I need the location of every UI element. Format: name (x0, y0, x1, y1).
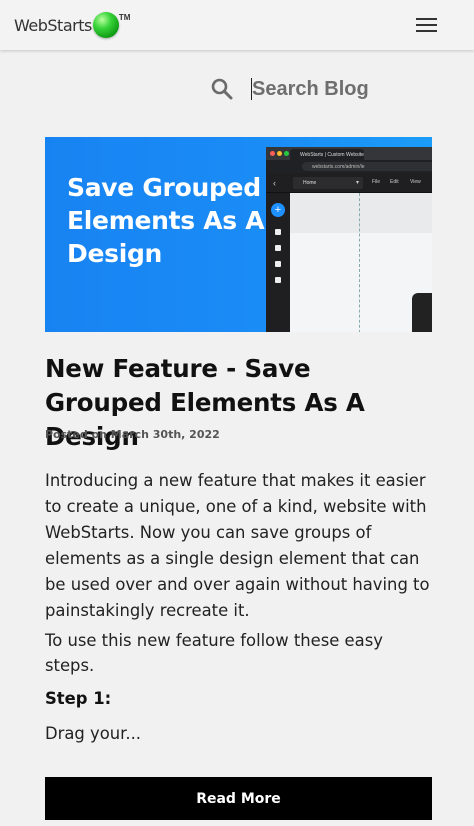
post-featured-image[interactable]: Save Grouped Elements As A Design WebSta… (45, 137, 432, 332)
editor-canvas (290, 193, 432, 332)
editor-screenshot-illustration: WebStarts | Custom Website B webstarts.c… (266, 147, 432, 332)
window-maximize-dot (284, 151, 289, 156)
logo-green-ball-icon (92, 12, 119, 38)
canvas-guide-line (359, 193, 360, 332)
canvas-header-area (290, 193, 432, 233)
browser-tab-strip: WebStarts | Custom Website B (266, 147, 432, 160)
browser-address-row: webstarts.com/admin/le (266, 160, 432, 173)
post-excerpt: Introducing a new feature that makes it … (45, 471, 430, 620)
post-paragraph: To use this new feature follow these eas… (45, 631, 383, 675)
editor-toolbar: ‹ Home File Edit View (266, 173, 432, 193)
blog-search (210, 74, 430, 104)
page-select: Home (293, 177, 363, 189)
top-navigation-bar: WebStarts TM (0, 0, 474, 50)
logo-text: WebStarts (14, 15, 92, 35)
menu-edit: Edit (390, 179, 399, 185)
step-text: Drag your... (45, 724, 141, 743)
back-arrow-icon: ‹ (273, 178, 276, 188)
text-cursor (251, 78, 252, 100)
menu-view: View (410, 179, 421, 185)
menu-file: File (372, 179, 381, 185)
menu-bar-top (416, 18, 437, 20)
menu-bar-middle (416, 24, 437, 26)
step-heading: Step 1: (45, 689, 112, 708)
window-close-dot (270, 151, 275, 156)
image-icon (275, 261, 281, 267)
pen-icon (275, 245, 281, 251)
search-input[interactable] (250, 76, 430, 102)
featured-image-caption: Save Grouped Elements As A Design (67, 173, 265, 268)
add-element-icon: + (271, 203, 285, 217)
logo-trademark: TM (118, 13, 131, 22)
read-more-button[interactable]: Read More (45, 777, 432, 820)
browser-url: webstarts.com/admin/le (302, 162, 432, 171)
browser-tab: WebStarts | Custom Website B (290, 149, 364, 160)
store-icon (275, 277, 281, 283)
menu-bar-bottom (416, 30, 437, 32)
post-date: Posted on March 30th, 2022 (45, 428, 220, 441)
window-minimize-dot (277, 151, 282, 156)
hamburger-menu-icon[interactable] (416, 18, 437, 32)
mobile-preview-device (412, 293, 432, 332)
page-icon (275, 229, 281, 235)
search-icon[interactable] (210, 77, 234, 101)
webstarts-logo[interactable]: WebStarts TM (14, 10, 130, 40)
editor-sidebar: + (266, 193, 290, 332)
